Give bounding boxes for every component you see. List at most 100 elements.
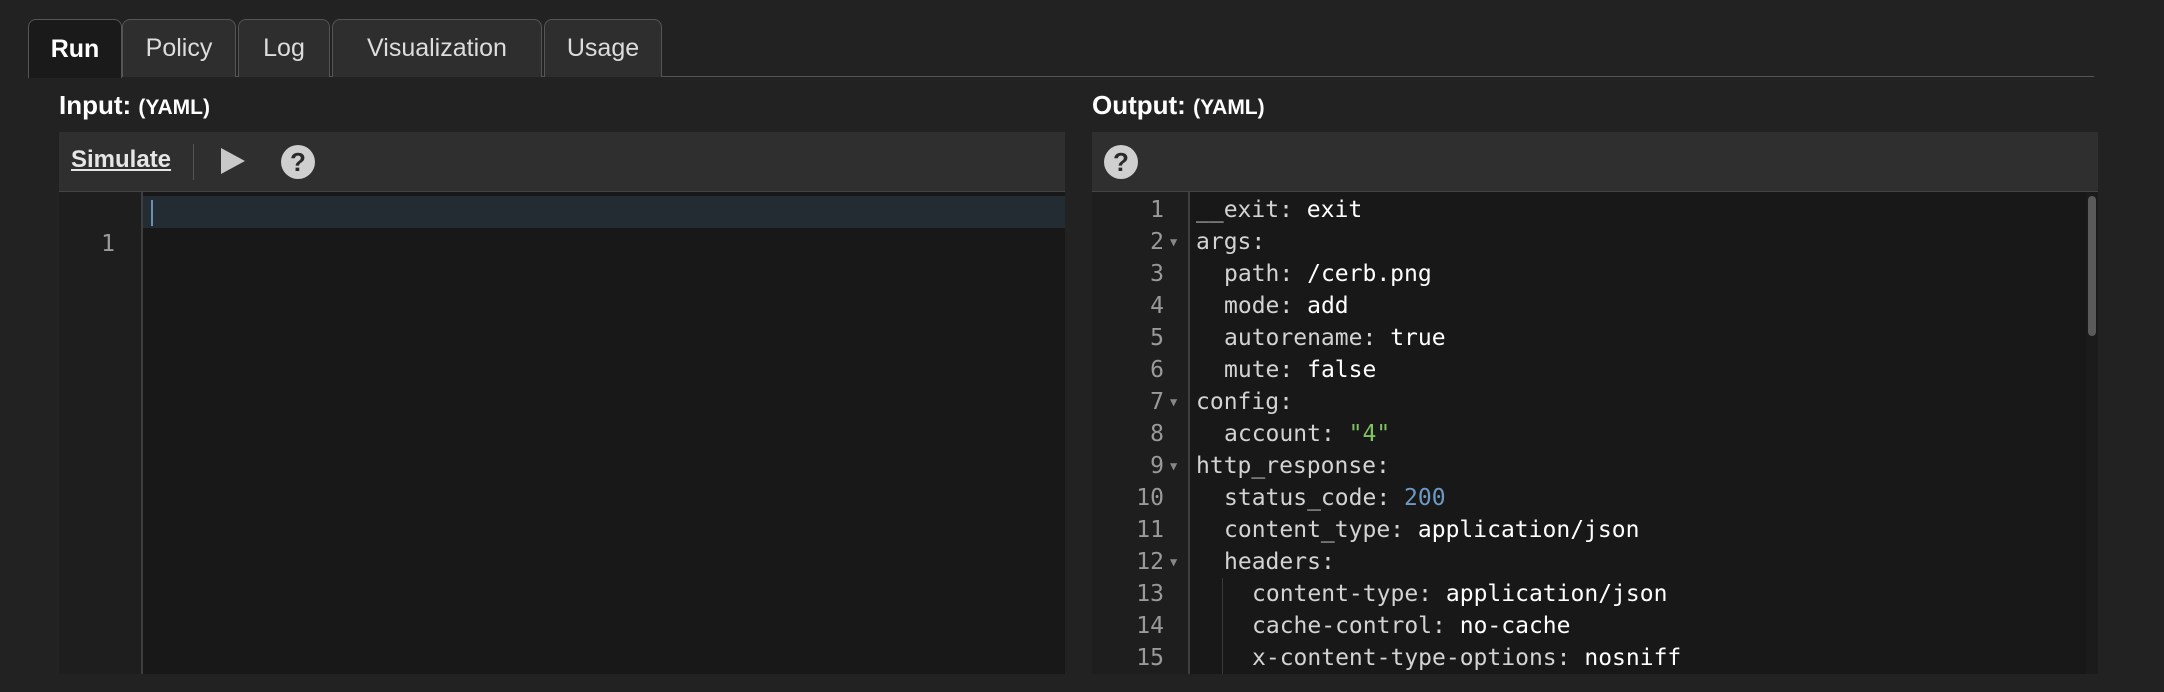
yaml-key: __exit — [1196, 197, 1280, 223]
code-line: 3 path: /cerb.png — [1092, 258, 2098, 290]
code-line: 12 ▼ headers: — [1092, 546, 2098, 578]
tab-policy[interactable]: Policy — [122, 19, 236, 77]
yaml-key: path — [1224, 261, 1280, 287]
line-number: 6 — [1150, 357, 1164, 383]
code-line: 4 mode: add — [1092, 290, 2098, 322]
fold-toggle-icon[interactable]: ▼ — [1170, 386, 1177, 418]
fold-toggle-icon[interactable]: ▼ — [1170, 226, 1177, 258]
line-number: 13 — [1136, 581, 1164, 607]
yaml-key: config — [1196, 389, 1280, 415]
yaml-separator: : — [1376, 485, 1405, 511]
line-number: 3 — [1150, 261, 1164, 287]
yaml-value: /cerb.png — [1307, 261, 1432, 287]
code-line: 10 status_code: 200 — [1092, 482, 2098, 514]
yaml-separator: : — [1556, 645, 1585, 671]
yaml-separator: : — [1279, 293, 1308, 319]
line-number: 14 — [1136, 613, 1164, 639]
fold-toggle-icon[interactable]: ▼ — [1170, 450, 1177, 482]
tab-log[interactable]: Log — [238, 19, 330, 77]
yaml-value: exit — [1306, 197, 1363, 223]
code-text: status_code: 200 — [1224, 482, 1446, 514]
code-line: 15 x-content-type-options: nosniff — [1092, 642, 2098, 674]
code-text: mode: add — [1224, 290, 1349, 322]
line-number: 1 — [101, 231, 115, 257]
yaml-value: application/json — [1445, 581, 1668, 607]
yaml-separator: : — [1362, 325, 1391, 351]
line-number: 12 — [1136, 549, 1164, 575]
yaml-value: 200 — [1404, 485, 1446, 511]
yaml-key: status_code — [1224, 485, 1377, 511]
tab-visualization[interactable]: Visualization — [332, 19, 542, 77]
yaml-separator: : — [1279, 389, 1293, 415]
code-text: config: — [1196, 386, 1293, 418]
code-text: content-type: application/json — [1252, 578, 1667, 610]
code-line: 5 autorename: true — [1092, 322, 2098, 354]
yaml-separator: : — [1251, 229, 1266, 255]
tab-run[interactable]: Run — [28, 19, 122, 78]
yaml-value: false — [1307, 357, 1377, 383]
indent-guide — [1222, 578, 1223, 610]
input-toolbar: Simulate ? — [59, 132, 1065, 192]
code-text: account: "4" — [1224, 418, 1390, 450]
play-icon[interactable] — [221, 148, 245, 174]
yaml-value: add — [1307, 293, 1349, 319]
yaml-key: content-type — [1252, 581, 1419, 607]
input-format-label: (YAML) — [138, 96, 210, 119]
input-line: 1 — [59, 196, 1065, 257]
code-line: 6 mute: false — [1092, 354, 2098, 386]
output-editor[interactable]: 1 __exit: exit 2 ▼ args: 3 path: /cerb.png 4 mod… — [1092, 192, 2098, 674]
yaml-separator: : — [1418, 581, 1446, 607]
code-text: x-content-type-options: nosniff — [1252, 642, 1681, 674]
yaml-value: "4" — [1348, 421, 1391, 447]
tab-usage[interactable]: Usage — [544, 19, 662, 77]
input-title-label: Input: — [59, 90, 132, 120]
yaml-value: nosniff — [1584, 645, 1682, 671]
code-line: 1 __exit: exit — [1092, 194, 2098, 226]
fold-toggle-icon[interactable]: ▼ — [1170, 546, 1177, 578]
line-number: 9 — [1150, 453, 1164, 479]
yaml-key: headers — [1224, 549, 1321, 575]
tab-bar: Run Policy Log Visualization Usage — [28, 19, 2094, 78]
yaml-separator: : — [1432, 613, 1460, 639]
code-line: 7 ▼ config: — [1092, 386, 2098, 418]
line-number: 5 — [1150, 325, 1164, 351]
text-cursor — [151, 200, 153, 226]
yaml-separator: : — [1279, 197, 1307, 223]
output-title: Output: (YAML) — [1092, 90, 1265, 121]
line-number: 4 — [1150, 293, 1164, 319]
simulate-button[interactable]: Simulate — [71, 146, 171, 174]
help-icon[interactable]: ? — [1104, 145, 1138, 179]
code-line: 11 content_type: application/json — [1092, 514, 2098, 546]
indent-guide — [1222, 610, 1223, 642]
yaml-key: args — [1196, 229, 1252, 255]
yaml-key: mode — [1224, 293, 1280, 319]
yaml-separator: : — [1320, 421, 1349, 447]
yaml-key: content_type — [1224, 517, 1391, 543]
yaml-key: mute — [1224, 357, 1280, 383]
input-panel: Simulate ? 1 — [59, 132, 1065, 674]
line-number: 11 — [1136, 517, 1164, 543]
input-title: Input: (YAML) — [59, 90, 210, 121]
yaml-key: x-content-type-options — [1252, 645, 1557, 671]
output-toolbar: ? — [1092, 132, 2098, 192]
line-number: 1 — [1150, 197, 1164, 223]
yaml-separator: : — [1320, 549, 1335, 575]
code-line: 14 cache-control: no-cache — [1092, 610, 2098, 642]
help-icon[interactable]: ? — [281, 145, 315, 179]
toolbar-divider — [193, 144, 194, 180]
code-text: headers: — [1224, 546, 1335, 578]
code-text: content_type: application/json — [1224, 514, 1639, 546]
input-editor[interactable]: 1 — [59, 192, 1065, 674]
indent-guide — [1222, 642, 1223, 674]
yaml-separator: : — [1279, 261, 1308, 287]
code-text: __exit: exit — [1196, 194, 1362, 226]
code-text: http_response: — [1196, 450, 1390, 482]
line-number: 15 — [1136, 645, 1164, 671]
code-text: path: /cerb.png — [1224, 258, 1432, 290]
line-number: 8 — [1150, 421, 1164, 447]
yaml-value: application/json — [1417, 517, 1640, 543]
output-format-label: (YAML) — [1193, 96, 1265, 119]
code-line: 9 ▼ http_response: — [1092, 450, 2098, 482]
yaml-key: autorename — [1224, 325, 1363, 351]
output-panel: ? 1 __exit: exit 2 ▼ args: 3 path: /cerb.png 4 m… — [1092, 132, 2098, 674]
